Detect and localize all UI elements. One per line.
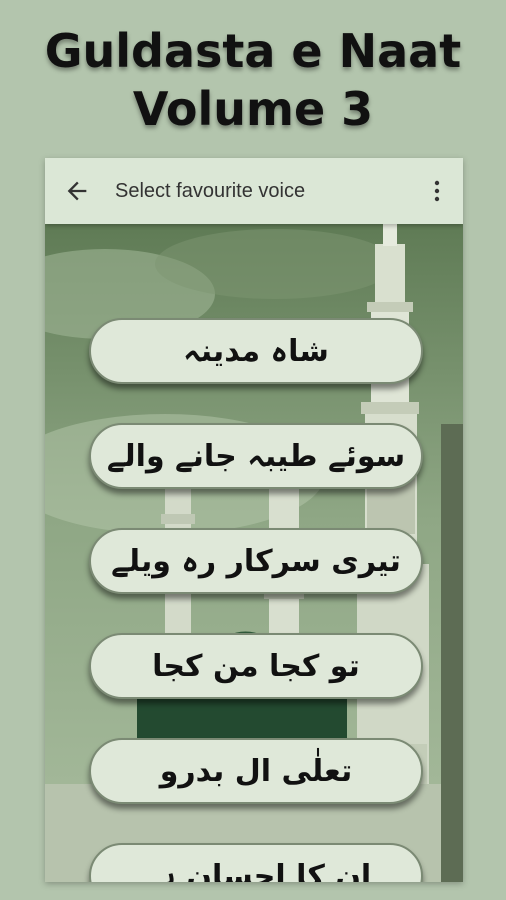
voice-button[interactable]: تو کجا من کجا xyxy=(89,633,423,699)
voice-button[interactable]: سوئے طیبہ جانے والے xyxy=(89,423,423,489)
phone-screen: Select favourite voice شاہ مدینہ سوئے طی… xyxy=(45,158,463,882)
more-options-icon[interactable] xyxy=(425,178,449,204)
screen-title: Select favourite voice xyxy=(115,180,306,202)
voice-button[interactable]: ان کا احسان ہے xyxy=(89,843,423,882)
promo-title-line-1: Guldasta e Naat xyxy=(44,24,462,78)
app-bar: Select favourite voice xyxy=(45,158,463,224)
back-arrow-icon[interactable] xyxy=(63,177,91,205)
voice-button[interactable]: تعلٰی ال بدرو xyxy=(89,738,423,804)
voice-button[interactable]: تیری سرکار رہ ویلے xyxy=(89,528,423,594)
promo-title-line-2: Volume 3 xyxy=(132,82,374,136)
voice-list: شاہ مدینہ سوئے طیبہ جانے والے تیری سرکار… xyxy=(45,224,463,882)
voice-button[interactable]: شاہ مدینہ xyxy=(89,318,423,384)
promo-title: Guldasta e Naat Volume 3 xyxy=(0,22,506,138)
